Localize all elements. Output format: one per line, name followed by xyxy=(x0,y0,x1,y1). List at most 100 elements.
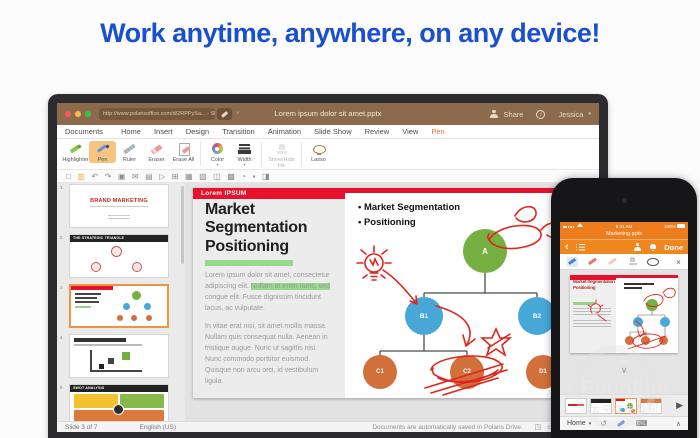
shape-icon[interactable]: ▧ xyxy=(199,172,207,181)
decor-node xyxy=(146,315,152,321)
decor-circle xyxy=(91,262,101,272)
org-node-c2[interactable]: C2 xyxy=(450,355,484,389)
share-user-icon[interactable] xyxy=(633,243,642,252)
tool-pen-selected[interactable]: Pen xyxy=(89,141,116,163)
org-node-a[interactable]: A xyxy=(463,229,507,273)
user-menu[interactable]: Jessica xyxy=(558,110,583,119)
bell-icon[interactable] xyxy=(649,243,657,252)
slide-canvas: Lorem IPSUM Market Segmentation Position… xyxy=(185,183,599,421)
done-button[interactable]: Done xyxy=(664,243,683,252)
erase-all-icon xyxy=(177,143,191,155)
open-folder-icon[interactable]: ▥ xyxy=(77,172,85,181)
phone-current-slide[interactable]: Market Segmentation Positioning xyxy=(570,275,678,353)
eraser-icon[interactable] xyxy=(587,257,598,267)
close-icon[interactable]: × xyxy=(236,111,240,117)
org-node-c1[interactable]: C1 xyxy=(363,355,397,389)
keyboard-icon[interactable]: ⌨ xyxy=(636,419,648,428)
decor-bar xyxy=(75,301,99,303)
phone-doc-title: Marketing.pptx xyxy=(560,230,688,239)
share-button[interactable]: Share xyxy=(503,110,523,119)
table-icon[interactable]: ⊞ xyxy=(172,172,179,181)
phone-camera xyxy=(622,198,627,203)
tool-width[interactable]: Width ▾ xyxy=(231,141,258,167)
tool-highlighter[interactable]: Highlighter xyxy=(62,141,89,163)
slide-thumbnail-4[interactable] xyxy=(69,334,169,378)
menu-view[interactable]: View xyxy=(402,127,418,136)
laptop-device: http://www.polarisoffice.com/d/2RPPySa..… xyxy=(48,94,608,438)
slide-number: 2 xyxy=(60,235,63,240)
home-menu[interactable]: Home ▾ xyxy=(567,420,591,427)
phone-thumb-2[interactable] xyxy=(590,398,612,414)
phone-thumb-1[interactable] xyxy=(565,398,587,414)
promo-canvas: Work anytime, anywhere, on any device! h… xyxy=(0,0,700,438)
decor-node xyxy=(132,291,141,300)
decor-bar xyxy=(75,293,101,295)
decor-bar xyxy=(75,297,97,299)
slide-thumbnail-1[interactable]: BRAND MARKETING xyxy=(69,184,169,228)
redo-icon[interactable]: ↷ xyxy=(105,172,112,181)
chevron-up-icon[interactable]: ∧ xyxy=(676,420,681,428)
slide-header-band: Lorem IPSUM xyxy=(193,188,345,199)
window-zoom-button[interactable] xyxy=(85,111,91,117)
window-close-button[interactable] xyxy=(65,111,71,117)
save-icon[interactable]: ▣ xyxy=(118,172,126,181)
language-indicator[interactable]: English (US) xyxy=(140,424,176,431)
menu-review[interactable]: Review xyxy=(365,127,390,136)
email-icon[interactable]: ✉ xyxy=(132,172,139,181)
tool-color[interactable]: Color ▾ xyxy=(204,141,231,167)
undo-icon[interactable]: ↺ xyxy=(600,419,607,428)
tool-erase-all[interactable]: Erase All xyxy=(170,141,197,163)
phone-thumb-4[interactable] xyxy=(640,398,662,414)
symbol-icon[interactable]: ◔ xyxy=(241,172,246,181)
new-document-icon[interactable]: □ xyxy=(66,172,71,181)
menu-design[interactable]: Design xyxy=(186,127,209,136)
menu-slideshow[interactable]: Slide Show xyxy=(314,127,352,136)
lasso-icon[interactable] xyxy=(647,257,658,267)
decor-square xyxy=(99,364,104,369)
print-icon[interactable]: ▤ xyxy=(145,172,153,181)
text-box-icon[interactable]: ▪ xyxy=(253,172,256,181)
close-icon[interactable]: × xyxy=(676,257,681,267)
slide-thumbnail-panel: 1 BRAND MARKETING 2 THE STRATEGIC TRIANG… xyxy=(57,183,185,421)
tool-lasso[interactable]: Lasso xyxy=(305,141,332,163)
current-slide[interactable]: Lorem IPSUM Market Segmentation Position… xyxy=(193,188,599,398)
menu-insert[interactable]: Insert xyxy=(154,127,173,136)
menu-transition[interactable]: Transition xyxy=(222,127,255,136)
back-button[interactable]: ‹ xyxy=(565,241,569,254)
info-icon[interactable]: i xyxy=(536,110,545,119)
org-node xyxy=(641,336,650,345)
collapse-chevron-icon[interactable]: ∨ xyxy=(560,365,688,375)
slide-layout-icon[interactable]: ◨ xyxy=(262,172,270,181)
edit-url-button[interactable] xyxy=(217,108,232,120)
slide-thumbnail-3-selected[interactable] xyxy=(69,284,169,328)
normal-view-icon[interactable]: ◳ xyxy=(535,423,542,431)
ink-stamp-icon xyxy=(627,257,638,267)
image-icon[interactable]: ▦ xyxy=(185,172,193,181)
menu-home[interactable]: Home xyxy=(121,127,141,136)
panel-scrollbar[interactable] xyxy=(181,186,185,264)
url-bar[interactable]: http://www.polarisoffice.com/d/2RPPySa..… xyxy=(99,108,215,120)
org-node-b1[interactable]: B1 xyxy=(405,297,443,335)
pen-icon[interactable] xyxy=(567,257,578,267)
menu-animation[interactable]: Animation xyxy=(268,127,301,136)
phone-screen: 9:41 AM 100% Marketing.pptx ‹ Done xyxy=(560,222,688,430)
play-button[interactable]: ▶ xyxy=(676,400,683,411)
tool-ruler[interactable]: Ruler xyxy=(116,141,143,163)
slide-list-icon[interactable] xyxy=(576,243,585,251)
menu-pen-active[interactable]: Pen xyxy=(431,127,444,136)
line-width-icon xyxy=(238,143,252,155)
divider xyxy=(261,142,262,166)
share-icon[interactable]: ▷ xyxy=(159,172,165,181)
menu-documents[interactable]: Documents xyxy=(65,127,103,136)
video-icon[interactable]: ▩ xyxy=(227,172,235,181)
chart-icon[interactable]: ◫ xyxy=(213,172,221,181)
tool-eraser[interactable]: Eraser xyxy=(143,141,170,163)
phone-thumb-3-selected[interactable] xyxy=(615,398,637,414)
erase-all-icon[interactable] xyxy=(607,257,618,267)
titlebar-right: Share i Jessica ▾ xyxy=(489,110,591,119)
pen-style-icon[interactable] xyxy=(616,419,627,429)
pen-ribbon: Highlighter Pen Ruler Eraser Erase All xyxy=(57,139,599,170)
undo-icon[interactable]: ↶ xyxy=(91,172,98,181)
slide-thumbnail-2[interactable]: THE STRATEGIC TRIANGLE xyxy=(69,234,169,278)
window-minimize-button[interactable] xyxy=(75,111,81,117)
